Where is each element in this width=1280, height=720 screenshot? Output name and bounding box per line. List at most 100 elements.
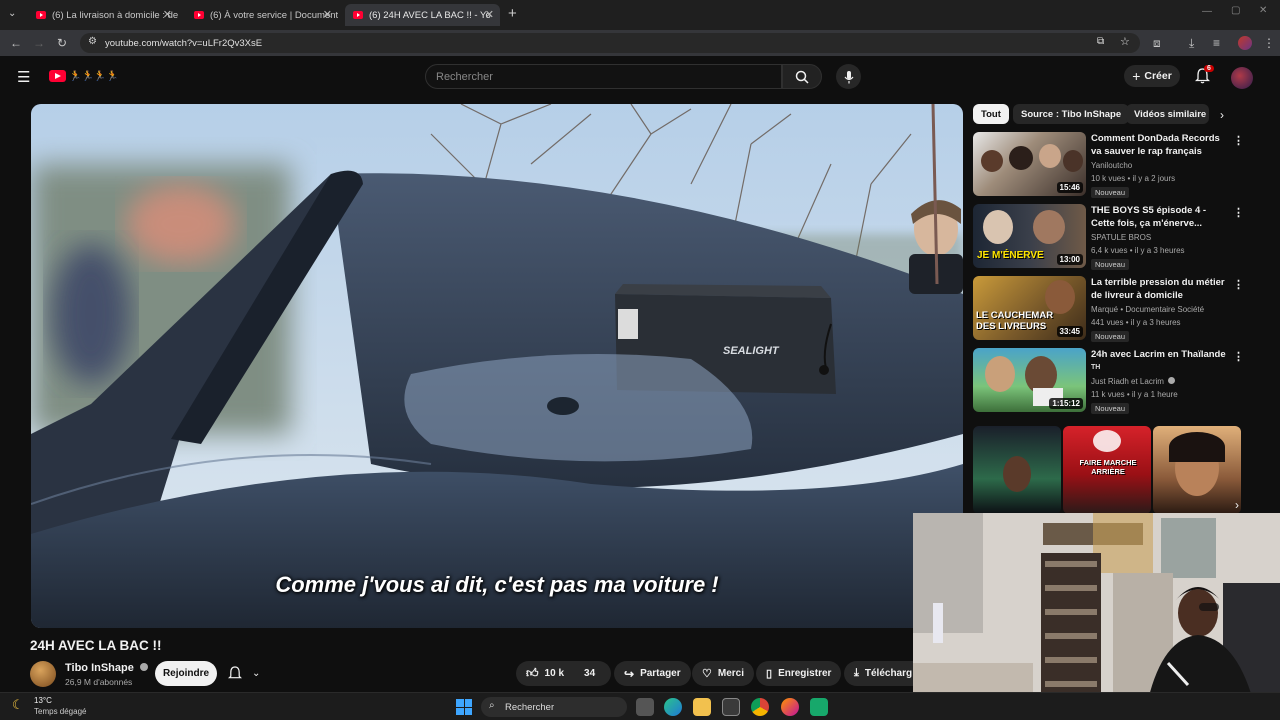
tab-search-icon[interactable]: ⌄ [8,8,16,19]
like-count: 10 k [544,668,565,679]
recommendation-channel: Just Riadh et Lacrim [1091,377,1176,386]
forward-icon[interactable]: → [33,35,45,51]
youtube-favicon-icon [353,11,363,19]
window-close-icon[interactable]: ✕ [1259,5,1267,16]
back-icon[interactable]: ← [10,35,22,51]
browser-tab-1[interactable]: (6) La livraison à domicile : de l ✕ [28,4,178,26]
hamburger-menu-icon[interactable]: ☰ [17,68,30,86]
reload-icon[interactable]: ↻ [57,35,67,51]
task-view-icon[interactable] [636,698,654,716]
more-options-icon[interactable]: ⋮ [1233,350,1244,363]
verified-badge-icon [1168,377,1176,384]
bookmark-icon: ▯ [766,668,773,680]
maximize-icon[interactable]: ▢ [1231,5,1240,16]
account-avatar[interactable] [1231,67,1253,89]
channel-avatar[interactable] [30,661,56,687]
box-brand-text: SEALIGHT [723,345,780,357]
more-options-icon[interactable]: ⋮ [1233,206,1244,219]
save-button[interactable]: ▯ Enregistrer [756,661,842,686]
notification-bell-button[interactable]: ⌄ [228,666,260,681]
shorts-next-icon[interactable]: › [1235,498,1239,512]
notification-count-badge: 6 [1204,65,1214,72]
browser-menu-icon[interactable]: ⋮ [1263,35,1275,51]
join-button[interactable]: Rejoindre [155,661,217,686]
create-label: Créer [1144,70,1172,82]
address-bar[interactable]: ⚙ youtube.com/watch?v=uLFr2Qv3XsE ⧉ ☆ [80,33,1140,53]
more-options-icon[interactable]: ⋮ [1233,278,1244,291]
recommendation-title: 24h avec Lacrim en Thaïlande [1091,349,1226,360]
bell-icon [228,666,242,679]
edge-icon[interactable] [664,698,682,716]
download-icon[interactable]: ⤓ [1189,35,1194,51]
microphone-icon [844,70,853,83]
profile-avatar[interactable] [1238,36,1252,50]
new-badge: Nouveau [1091,403,1130,414]
file-explorer-icon[interactable] [693,698,711,716]
close-icon[interactable]: ✕ [323,8,332,21]
search-button[interactable] [782,64,822,89]
video-player[interactable]: SEALIGHT Comme j'vous ai dit, c'est pas … [31,104,963,628]
short-thumbnail[interactable] [1153,426,1241,514]
firefox-icon[interactable] [781,698,799,716]
create-button[interactable]: + Créer [1124,65,1180,87]
channel-name[interactable]: Tibo InShape [65,662,148,674]
short-thumbnail[interactable] [973,426,1061,514]
new-tab-button[interactable]: + [508,5,517,22]
browser-tab-3[interactable]: (6) 24H AVEC LA BAC !! - Yo ✕ [345,4,500,26]
recommendation-item[interactable]: JE M'ÉNERVE 13:00 THE BOYS S5 épisode 4 … [973,204,1245,270]
recommendation-channel: SPATULE BROS [1091,233,1152,242]
recommendation-thumbnail: 1:15:12 [973,348,1086,412]
comment-count[interactable]: 34 [584,668,595,679]
short-text: FAIRE MARCHE ARRIÈRE [1079,458,1137,476]
recommendation-item[interactable]: 1:15:12 24h avec Lacrim en Thaïlande TH … [973,348,1245,414]
share-button[interactable]: ↪ Partager [614,661,691,686]
install-app-icon[interactable]: ⧉ [1097,36,1104,47]
minimize-icon[interactable]: — [1202,6,1212,17]
more-options-icon[interactable]: ⋮ [1233,134,1244,147]
download-button[interactable]: ⤓ Télécharg [844,661,913,686]
verified-badge-icon [139,663,148,671]
taskbar-search-label: Rechercher [505,701,555,713]
like-dislike-group: 👍︎ 10 k 34 [516,661,611,686]
recommendation-item[interactable]: 15:46 Comment DonDada Records va sauver … [973,132,1245,198]
chrome-icon[interactable] [751,698,769,716]
chevron-down-icon: ⌄ [252,668,261,679]
windows-start-icon[interactable] [456,699,472,715]
video-duration: 33:45 [1056,326,1083,337]
chevron-right-icon[interactable]: › [1220,108,1224,122]
recommendation-meta: 441 vues • il y a 3 heures [1091,318,1181,327]
close-icon[interactable]: ✕ [485,8,494,21]
browser-tab-2[interactable]: (6) À votre service | Documenta ✕ [186,4,338,26]
video-frame-image: SEALIGHT [31,104,963,628]
video-title: 24H AVEC LA BAC !! [30,638,162,653]
chip-source[interactable]: Source : Tibo InShape [1013,104,1130,124]
notifications-button[interactable]: 6 [1194,65,1214,89]
search-placeholder: Rechercher [436,70,493,83]
search-input[interactable]: Rechercher [425,64,782,89]
chip-similar[interactable]: Vidéos similaire [1126,104,1209,124]
close-icon[interactable]: ✕ [163,8,172,21]
weather-temperature: 13°C [34,696,52,705]
voice-search-button[interactable] [836,64,861,89]
media-control-icon[interactable]: ≡ [1213,35,1220,51]
chip-all[interactable]: Tout [973,104,1009,124]
short-thumbnail[interactable]: FAIRE MARCHE ARRIÈRE [1063,426,1151,514]
extensions-icon[interactable]: ⧈ [1153,35,1161,51]
moon-weather-icon: ☾ [12,697,24,712]
thanks-button[interactable]: ♡ Merci [692,661,754,686]
app-icon[interactable] [810,698,828,716]
search-icon: ⌕ [489,700,495,711]
site-info-icon[interactable]: ⚙ [88,36,97,47]
new-badge: Nouveau [1091,187,1130,198]
thumbs-up-icon: 👍︎ [526,666,539,680]
bookmark-star-icon[interactable]: ☆ [1120,35,1130,48]
heart-dollar-icon: ♡ [702,668,712,680]
taskbar-search[interactable]: ⌕ Rechercher [481,697,627,717]
youtube-logo[interactable]: 🏃🏃🏃🏃 [49,70,119,82]
recommendation-item[interactable]: LE CAUCHEMAR DES LIVREURS 33:45 La terri… [973,276,1245,342]
store-icon[interactable] [722,698,740,716]
recommendation-title: Comment DonDada Records va sauver le rap… [1091,133,1220,157]
youtube-header: ☰ 🏃🏃🏃🏃 Rechercher + Créer 6 [0,56,1280,100]
like-button[interactable]: 👍︎ 10 k [526,666,564,681]
tab-title: (6) La livraison à domicile : de l [52,9,178,21]
